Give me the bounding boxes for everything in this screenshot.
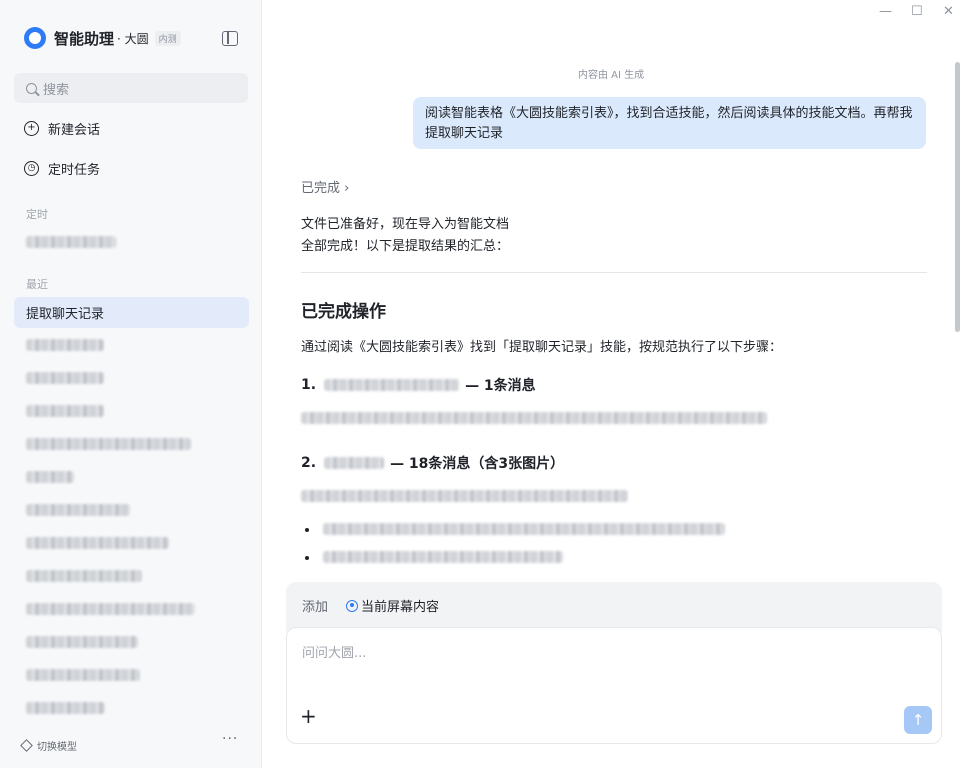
target-icon: [346, 599, 358, 612]
section-label-recent: 最近: [26, 278, 48, 291]
search-icon: [26, 82, 37, 94]
history-item-redacted[interactable]: [26, 702, 105, 714]
redacted-list-item: [323, 523, 725, 535]
step-number: 2.: [301, 455, 317, 471]
current-screen-chip[interactable]: 当前屏幕内容: [346, 596, 439, 615]
history-item-redacted[interactable]: [26, 372, 104, 384]
model-switch-label: 切换模型: [37, 742, 77, 753]
section-label-scheduled: 定时: [26, 208, 48, 221]
user-message-bubble: 阅读智能表格《大圆技能索引表》，找到合适技能，然后阅读具体的技能文档。再帮我提取…: [413, 97, 926, 149]
history-item-redacted[interactable]: [26, 339, 104, 351]
clock-icon: ◷: [24, 160, 39, 176]
divider: [301, 272, 927, 273]
history-item-redacted[interactable]: [26, 504, 130, 516]
history-item-redacted[interactable]: [26, 669, 140, 681]
redacted-text: [324, 457, 385, 469]
app-brand: 智能助理 · 大圆 内测: [24, 26, 181, 50]
intro-paragraph: 通过阅读《大圆技能索引表》找到「提取聊天记录」技能，按规范执行了以下步骤：: [301, 340, 783, 355]
redacted-list-item: [323, 551, 563, 563]
bullet-dot: [305, 528, 309, 532]
app-logo-icon: [24, 27, 46, 49]
status-toggle[interactable]: 已完成 ›: [301, 177, 349, 196]
ai-generated-notice: 内容由 AI 生成: [578, 70, 645, 81]
add-context-label: 添加: [302, 600, 329, 615]
current-screen-label: 当前屏幕内容: [361, 600, 440, 615]
plus-circle-icon: +: [24, 120, 39, 136]
search-placeholder: 搜索: [43, 82, 70, 98]
history-item-redacted[interactable]: [26, 471, 74, 483]
send-button[interactable]: ↑: [904, 706, 932, 734]
sidebar: 智能助理 · 大圆 内测 搜索 + 新建会话 ◷ 定时任务 定时 最近 提取聊天…: [0, 0, 262, 768]
maximize-button[interactable]: ☐: [911, 4, 923, 19]
redacted-text: [324, 379, 460, 391]
history-item-active[interactable]: 提取聊天记录: [14, 297, 249, 328]
redacted-paragraph: [301, 490, 628, 502]
layers-icon: [20, 739, 33, 752]
history-item-redacted[interactable]: [26, 603, 195, 615]
prompt-input[interactable]: [302, 642, 902, 664]
new-chat-button[interactable]: + 新建会话: [24, 117, 100, 139]
chat-scrollbar[interactable]: [955, 62, 960, 332]
step-heading: 2. — 18条消息（含3张图片）: [301, 453, 564, 473]
section-heading: 已完成操作: [301, 302, 386, 322]
sidebar-toggle-icon[interactable]: [222, 31, 238, 46]
scheduled-tasks-label: 定时任务: [48, 162, 101, 178]
app-title: 智能助理: [54, 29, 115, 48]
history-item-redacted[interactable]: [26, 438, 191, 450]
history-item-redacted[interactable]: [26, 636, 138, 648]
more-options-button[interactable]: ···: [222, 731, 238, 747]
app-owner: · 大圆: [117, 31, 149, 46]
close-button[interactable]: ✕: [943, 4, 954, 19]
add-attachment-button[interactable]: +: [300, 705, 317, 727]
bullet-dot: [305, 556, 309, 560]
search-input[interactable]: 搜索: [14, 73, 248, 103]
reply-line: 文件已准备好，现在导入为智能文档: [301, 217, 510, 232]
model-switch-button[interactable]: 切换模型: [20, 738, 77, 753]
history-item-redacted[interactable]: [26, 405, 104, 417]
scheduled-tasks-button[interactable]: ◷ 定时任务: [24, 157, 100, 179]
step-number: 1.: [301, 377, 317, 393]
step-suffix: — 18条消息（含3张图片）: [390, 456, 565, 472]
minimize-button[interactable]: —: [879, 4, 892, 19]
history-item-label: 提取聊天记录: [26, 307, 105, 322]
beta-badge: 内测: [154, 30, 181, 46]
redacted-paragraph: [301, 412, 767, 424]
new-chat-label: 新建会话: [48, 122, 101, 138]
history-item-redacted[interactable]: [26, 537, 169, 549]
history-item-redacted[interactable]: [26, 570, 142, 582]
scheduled-item-redacted[interactable]: [26, 236, 116, 248]
step-heading: 1. — 1条消息: [301, 375, 536, 395]
step-suffix: — 1条消息: [465, 378, 536, 394]
reply-line: 全部完成！以下是提取结果的汇总：: [301, 239, 510, 254]
